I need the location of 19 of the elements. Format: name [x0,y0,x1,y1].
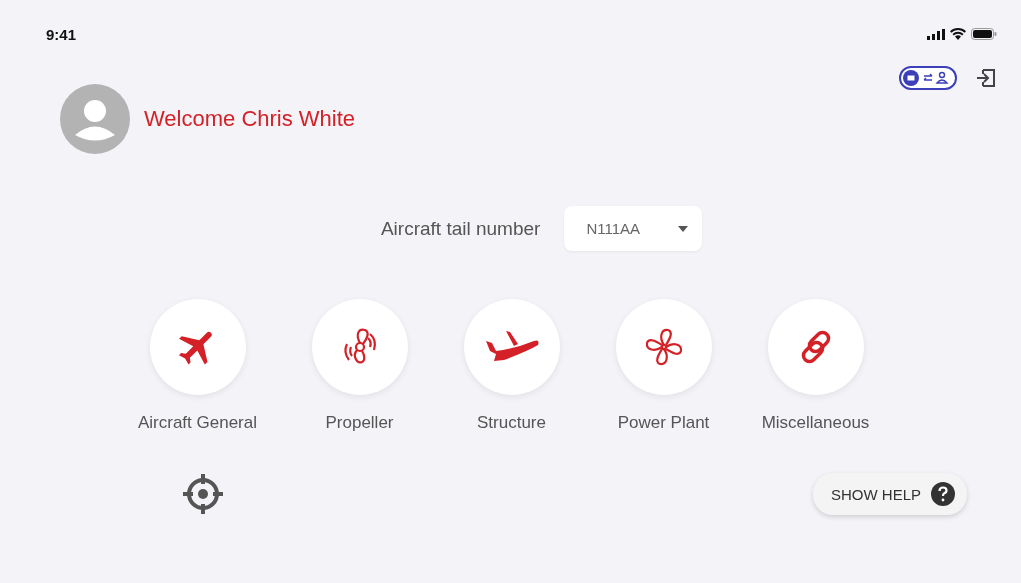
status-time: 9:41 [46,25,77,43]
show-help-button[interactable]: SHOW HELP [813,473,967,515]
wifi-icon [950,28,966,40]
locate-icon[interactable] [180,471,226,517]
avatar-icon [60,84,130,154]
category-label: Miscellaneous [761,413,870,433]
tail-number-label: Aircraft tail number [380,217,541,240]
battery-icon [971,28,997,40]
welcome-message: Welcome Chris White [144,106,356,132]
tail-number-dropdown[interactable]: N111AA [564,206,703,251]
help-icon [931,482,955,506]
category-label: Power Plant [617,413,710,433]
caret-icon [678,225,689,232]
category-label: Structure [477,413,546,433]
logout-icon[interactable] [975,67,997,89]
category-label: Aircraft General [137,413,257,433]
mode-toggle-icon[interactable] [899,66,957,90]
signal-icon [927,28,945,40]
category-label: Propeller [325,413,394,433]
